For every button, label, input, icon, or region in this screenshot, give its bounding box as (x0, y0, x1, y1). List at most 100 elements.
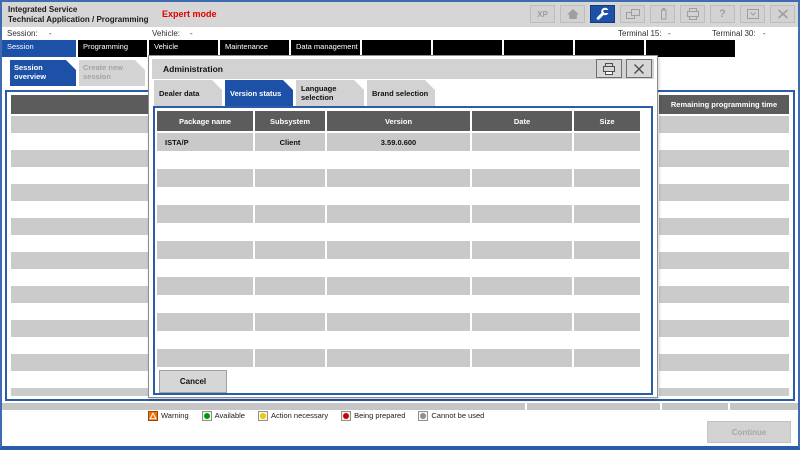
table-cell (657, 150, 789, 167)
table-cell (255, 277, 327, 295)
settings-button[interactable] (590, 5, 615, 23)
home-button[interactable] (560, 5, 585, 23)
subtab-label: Create new session (83, 63, 123, 81)
column-header: Date (472, 111, 574, 131)
column-header: Subsystem (255, 111, 327, 131)
table-row (157, 169, 640, 187)
table-row (157, 349, 640, 367)
tab-label: Programming (83, 42, 128, 51)
app-title: Integrated Service Technical Application… (8, 5, 148, 25)
continue-button[interactable]: Continue (707, 421, 791, 443)
table-cell (157, 241, 255, 259)
status-legend: WarningAvailableAction necessaryBeing pr… (148, 409, 484, 422)
legend-label: Available (215, 411, 245, 420)
subtab-create-new-session[interactable]: Create new session (79, 60, 145, 86)
window-button[interactable] (740, 5, 765, 23)
close-button[interactable] (770, 5, 795, 23)
connection-button[interactable] (620, 5, 645, 23)
version-table: Package nameSubsystemVersionDateSize ISTA… (157, 111, 640, 367)
table-cell (657, 388, 789, 396)
table-cell (255, 169, 327, 187)
table-cell (657, 354, 789, 371)
table-cell (255, 205, 327, 223)
close-icon (775, 7, 791, 21)
home-icon (565, 7, 581, 21)
table-cell (574, 169, 640, 187)
legend-item: Warning (148, 411, 189, 421)
app-title-line2: Technical Application / Programming (8, 15, 148, 25)
table-row (157, 151, 640, 169)
dialog-tab-version-status[interactable]: Version status (225, 80, 293, 106)
app-header: Integrated Service Technical Application… (2, 2, 798, 27)
action-necessary-status-icon (258, 411, 268, 421)
dialog-tab-dealer-data[interactable]: Dealer data (154, 80, 222, 106)
close-icon (631, 62, 647, 76)
version-table-header: Package nameSubsystemVersionDateSize (157, 111, 640, 131)
table-row (157, 277, 640, 295)
table-cell (472, 133, 574, 151)
table-row (157, 187, 640, 205)
xp-button[interactable]: XP (530, 5, 555, 23)
tab-session[interactable]: Session (2, 40, 76, 57)
window-shade-icon (745, 7, 761, 21)
session-label: Session: (7, 29, 38, 38)
tab-label: Data management (296, 42, 358, 51)
table-row (157, 223, 640, 241)
table-row (157, 313, 640, 331)
table-cell: Client (255, 133, 327, 151)
table-cell (657, 320, 789, 337)
table-cell (472, 313, 574, 331)
battery-button[interactable] (650, 5, 675, 23)
dialog-close-button[interactable] (626, 59, 652, 78)
legend-label: Being prepared (354, 411, 405, 420)
table-cell (657, 184, 789, 201)
dialog-print-button[interactable] (596, 59, 622, 78)
dialog-tab-brand-selection[interactable]: Brand selection (367, 80, 435, 106)
help-button[interactable]: ? (710, 5, 735, 23)
header-toolbar: XP (530, 5, 795, 23)
table-cell (472, 349, 574, 367)
table-cell (157, 313, 255, 331)
printer-icon (601, 62, 617, 76)
table-cell (574, 133, 640, 151)
table-cell (657, 116, 789, 133)
legend-label: Warning (161, 411, 189, 420)
tab-label: Maintenance (225, 42, 268, 51)
tab-programming[interactable]: Programming (78, 40, 147, 57)
dialog-tab-label: Dealer data (159, 89, 199, 98)
legend-label: Cannot be used (431, 411, 484, 420)
administration-dialog: Administration Dealer data Version statu… (148, 55, 658, 398)
dialog-tab-label: Language selection (301, 84, 359, 102)
session-value: - (49, 29, 52, 38)
table-cell (574, 277, 640, 295)
table-cell (657, 252, 789, 269)
table-cell (574, 241, 640, 259)
table-row (157, 241, 640, 259)
battery-icon (655, 7, 671, 21)
table-cell: 3.59.0.600 (327, 133, 472, 151)
legend-item: Available (202, 411, 245, 421)
tab-label: Vehicle (154, 42, 178, 51)
dialog-content: Package nameSubsystemVersionDateSize ISTA… (153, 106, 653, 395)
table-cell (574, 349, 640, 367)
table-row (157, 205, 640, 223)
remaining-time-column-header: Remaining programming time (657, 95, 789, 114)
table-cell (574, 205, 640, 223)
vehicle-value: - (190, 29, 193, 38)
legend-item: Being prepared (341, 411, 405, 421)
continue-label: Continue (732, 428, 767, 437)
table-cell (157, 169, 255, 187)
being-prepared-status-icon (341, 411, 351, 421)
subtab-session-overview[interactable]: Session overview (10, 60, 76, 86)
dialog-tab-language-selection[interactable]: Language selection (296, 80, 364, 106)
cancel-button[interactable]: Cancel (159, 370, 227, 393)
print-button[interactable] (680, 5, 705, 23)
terminal30-value: - (763, 29, 766, 38)
dialog-tab-bar: Dealer data Version status Language sele… (151, 80, 655, 106)
table-cell (472, 277, 574, 295)
table-cell (472, 241, 574, 259)
table-row (157, 331, 640, 349)
table-row[interactable]: ISTA/PClient3.59.0.600 (157, 133, 640, 151)
cancel-label: Cancel (180, 377, 206, 386)
vehicle-label: Vehicle: (152, 29, 180, 38)
